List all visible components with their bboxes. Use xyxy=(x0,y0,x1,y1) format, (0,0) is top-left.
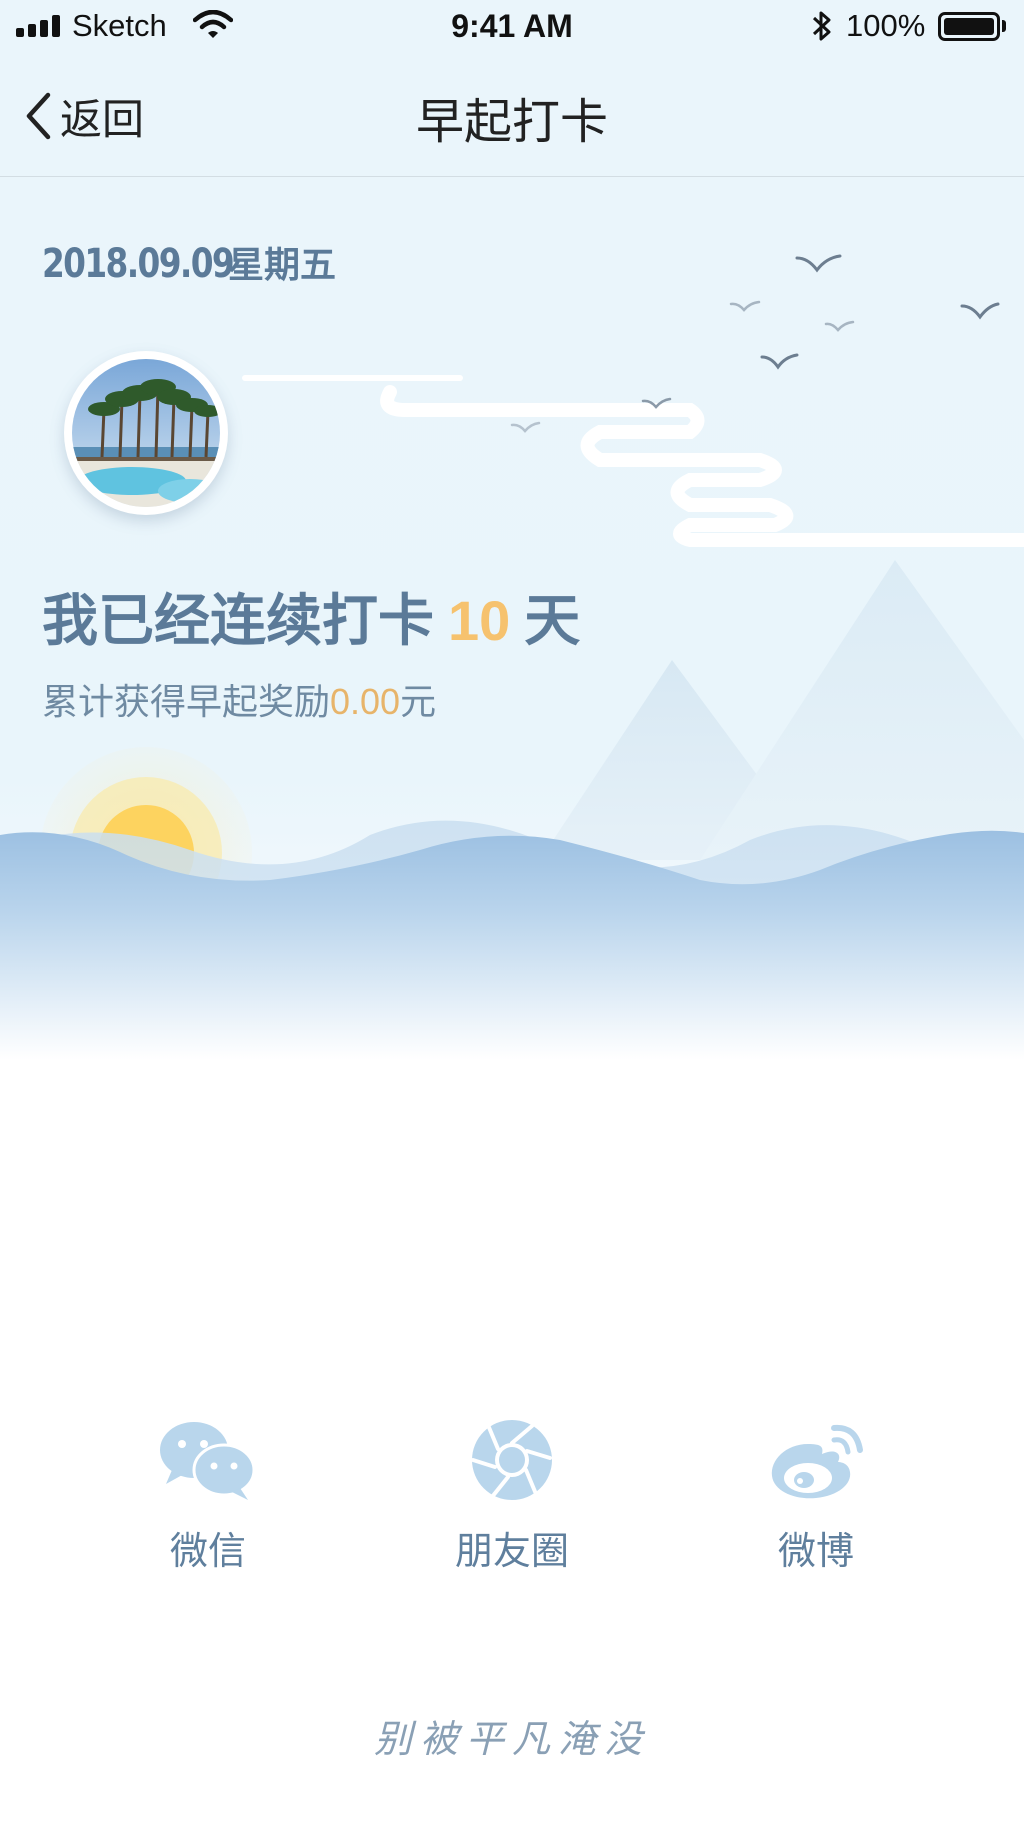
reward-unit: 元 xyxy=(400,682,437,723)
share-weibo-button[interactable]: 微博 xyxy=(726,1418,906,1575)
date-row: 2018.09.09 星期五 xyxy=(42,236,336,288)
share-wechat-label: 微信 xyxy=(169,1529,246,1573)
battery-tip xyxy=(1002,20,1006,32)
avatar[interactable] xyxy=(64,351,228,515)
navigation-bar: 返回 早起打卡 xyxy=(0,58,1024,177)
share-moments-button[interactable]: 朋友圈 xyxy=(422,1418,602,1575)
weibo-icon xyxy=(771,1424,863,1499)
share-wechat-button[interactable]: 微信 xyxy=(118,1418,298,1575)
weekday: 星期五 xyxy=(228,245,337,286)
streak-days: 10 xyxy=(448,589,511,652)
cloud-ribbons xyxy=(242,375,1024,547)
wechat-icon xyxy=(160,1422,256,1500)
reward-amount: 0.00 xyxy=(330,681,401,722)
share-weibo-label: 微博 xyxy=(777,1529,854,1573)
mountain-right xyxy=(700,560,1024,860)
moments-icon xyxy=(471,1420,552,1500)
battery-percentage: 100% xyxy=(846,8,926,43)
checkin-page: Sketch 9:41 AM 100% 返回 早起打卡 2018.09.09 星… xyxy=(0,0,1024,1821)
slogan: 别被平凡淹没 xyxy=(373,1717,650,1761)
avatar-photo xyxy=(72,359,220,507)
page-title: 早起打卡 xyxy=(415,94,608,150)
streak-prefix: 我已经连续打卡 xyxy=(42,589,434,654)
share-moments-label: 朋友圈 xyxy=(454,1529,569,1573)
reward-prefix: 累计获得早起奖励 xyxy=(42,682,331,723)
date: 2018.09.09 xyxy=(42,241,235,287)
bluetooth-icon xyxy=(812,11,831,41)
status-bar: Sketch 9:41 AM 100% xyxy=(0,0,1024,58)
battery-icon xyxy=(938,12,1000,41)
reward-text: 累计获得早起奖励0.00元 xyxy=(42,673,436,725)
streak-suffix: 天 xyxy=(524,589,581,654)
streak-text: 我已经连续打卡 10 天 xyxy=(42,576,580,657)
